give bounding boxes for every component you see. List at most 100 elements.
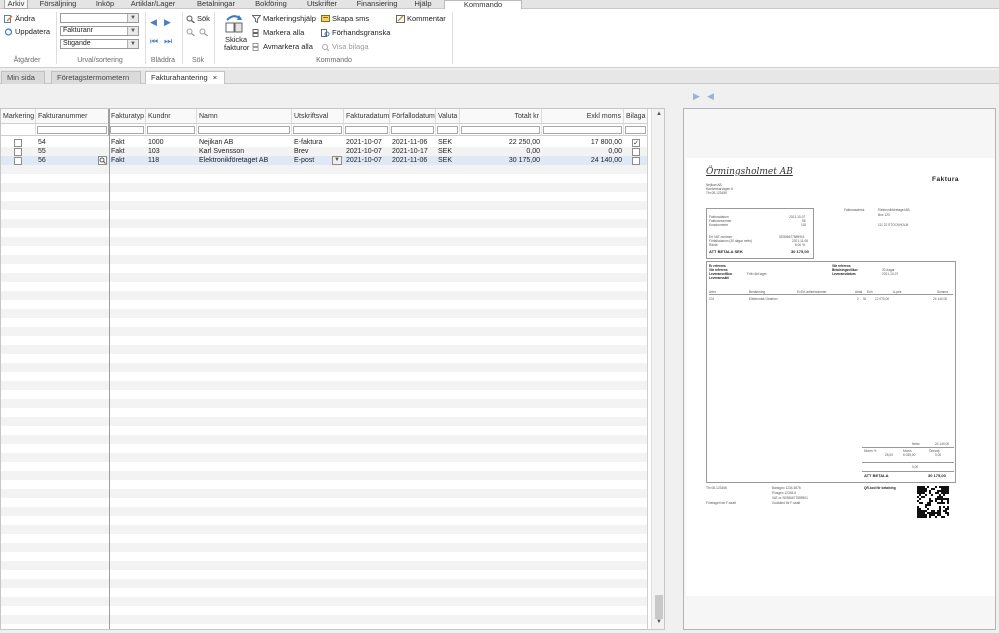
tab-forsaljning[interactable]: Försäljning [34,0,82,9]
filter-input[interactable] [37,126,107,134]
chevron-down-icon[interactable]: ▼ [127,14,138,22]
doctab-min-sida[interactable]: Min sida [1,71,45,84]
filter-valuta[interactable] [436,124,460,136]
sok-button[interactable]: Sök [186,14,210,23]
filter-totalt[interactable] [460,124,542,136]
filter-exkl-moms[interactable] [542,124,624,136]
col-header-namn[interactable]: Namn [197,109,292,124]
tab-arkiv[interactable]: Arkiv [4,0,28,9]
send-invoices-icon[interactable] [223,12,245,34]
zoom-in-button[interactable] [186,28,195,37]
col-header-forfallodatum[interactable]: Förfallodatum [390,109,436,124]
table-row-selected[interactable]: 56 Fakt 118 Elektronikföretaget AB E-pos… [1,156,647,165]
col-header-exkl-moms[interactable]: Exkl moms [542,109,624,124]
filter-input[interactable] [110,126,144,134]
markeringshjalp-button[interactable]: Markeringshjälp [251,14,316,23]
andra-button[interactable]: Ändra [4,14,35,23]
sort-order-combo[interactable]: Stigande ▼ [60,39,139,49]
doctab-foretagstermometern[interactable]: Företagstermometern [51,71,141,84]
doctab-fakturahantering[interactable]: Fakturahantering × [145,71,225,84]
row-select-checkbox[interactable] [14,139,22,147]
tab-finansiering[interactable]: Finansiering [352,0,402,9]
chevron-down-icon[interactable]: ▼ [127,40,138,48]
cell-totalt: 0,00 [526,148,540,155]
item-value: 24 140,00 [933,297,948,301]
col-header-totalt[interactable]: Totalt kr [460,109,542,124]
scroll-down-icon[interactable]: ▼ [652,617,664,627]
scrollbar-thumb[interactable] [655,595,663,619]
bilaga-checkbox[interactable] [632,157,640,165]
markera-alla-button[interactable]: Markera alla [252,28,304,37]
qr-label: QR-kod för betalning [864,486,896,490]
row-select-checkbox[interactable] [14,148,22,156]
sort-field-combo[interactable]: Fakturanr ▼ [60,26,139,36]
filter-input[interactable] [391,126,434,134]
tab-inkop[interactable]: Inköp [88,0,122,9]
first-arrow-icon[interactable]: ⏮ [150,36,158,47]
uppdatera-button[interactable]: Uppdatera [4,27,50,36]
filter-forfallodatum[interactable] [390,124,436,136]
column-divider [109,109,110,629]
scroll-up-icon[interactable]: ▲ [652,109,664,119]
filter-kundnr[interactable] [146,124,197,136]
filter-input[interactable] [293,126,342,134]
attachment-icon [321,43,330,51]
last-arrow-icon[interactable]: ⏭ [164,36,172,47]
filter-fakturatyp[interactable] [109,124,146,136]
visa-bilaga-button[interactable]: Visa bilaga [321,42,369,51]
tab-betalningar[interactable]: Betalningar [190,0,242,9]
prev-arrow-icon[interactable]: ◀ [150,17,157,28]
forhandsgranska-button[interactable]: Förhandsgranska [321,28,390,37]
next-arrow-icon[interactable]: ▶ [164,17,171,28]
filter-input[interactable] [437,126,458,134]
tab-utskrifter[interactable]: Utskrifter [300,0,344,9]
skapa-sms-button[interactable]: Skapa sms [321,14,369,23]
col-header-utskriftsval[interactable]: Utskriftsval [292,109,344,124]
skicka-fakturor-button[interactable]: Skicka fakturor [224,36,249,52]
zoom-out-button[interactable] [199,28,208,37]
tab-hjalp[interactable]: Hjälp [408,0,438,9]
chevron-down-icon[interactable]: ▼ [127,27,138,35]
grid-stripe [1,489,647,498]
table-row[interactable]: 55 Fakt 103 Karl Svensson Brev 2021-10-0… [1,147,647,156]
filter-utskriftsval[interactable] [292,124,344,136]
filter-input[interactable] [198,126,290,134]
filter-input[interactable] [147,126,195,134]
kommentar-button[interactable]: Kommentar [396,14,446,23]
ribbon-separator [56,12,57,64]
avmarkera-alla-button[interactable]: Avmarkera alla [252,42,313,51]
table-row[interactable]: 54 Fakt 1000 Nejikan AB E-faktura 2021-1… [1,138,647,147]
urval-combo[interactable]: ▼ [60,13,139,23]
col-header-fakturatyp[interactable]: Fakturatyp [109,109,146,124]
col-header-valuta[interactable]: Valuta [436,109,460,124]
filter-bilaga[interactable] [624,124,648,136]
col-header-fakturanummer[interactable]: Fakturanummer [36,109,109,124]
lookup-icon[interactable] [98,156,107,165]
col-header-markering[interactable]: Markering [1,109,36,124]
tab-bokforing[interactable]: Bokföring [248,0,294,9]
column-divider [647,109,648,629]
filter-fakturadatum[interactable] [344,124,390,136]
preview-next-arrow-icon[interactable]: ▶ [693,91,700,102]
chevron-down-icon[interactable]: ▼ [332,156,342,165]
col-header-kundnr[interactable]: Kundnr [146,109,197,124]
row-select-checkbox[interactable] [14,157,22,165]
preview-prev-arrow-icon[interactable]: ◀ [707,91,714,102]
footer-line: Godkänd för F-skatt [772,501,801,505]
bilaga-checkbox[interactable] [632,148,640,156]
filter-input[interactable] [345,126,388,134]
filter-namn[interactable] [197,124,292,136]
filter-input[interactable] [461,126,540,134]
col-header-bilaga[interactable]: Bilaga [624,109,648,124]
filter-input[interactable] [543,126,622,134]
grid-stripe [1,579,647,588]
col-header-fakturadatum[interactable]: Fakturadatum [344,109,390,124]
filter-input[interactable] [625,126,646,134]
close-icon[interactable]: × [213,73,217,82]
tab-artiklar-lager[interactable]: Artiklar/Lager [124,0,182,9]
ribbon-tab-bar: Arkiv Försäljning Inköp Artiklar/Lager B… [0,0,999,10]
filter-fakturanummer[interactable] [36,124,109,136]
vertical-scrollbar[interactable]: ▲ ▼ [651,109,664,629]
ref-label: Leveranssätt [709,276,729,280]
bilaga-checkbox[interactable]: ✓ [632,139,640,147]
